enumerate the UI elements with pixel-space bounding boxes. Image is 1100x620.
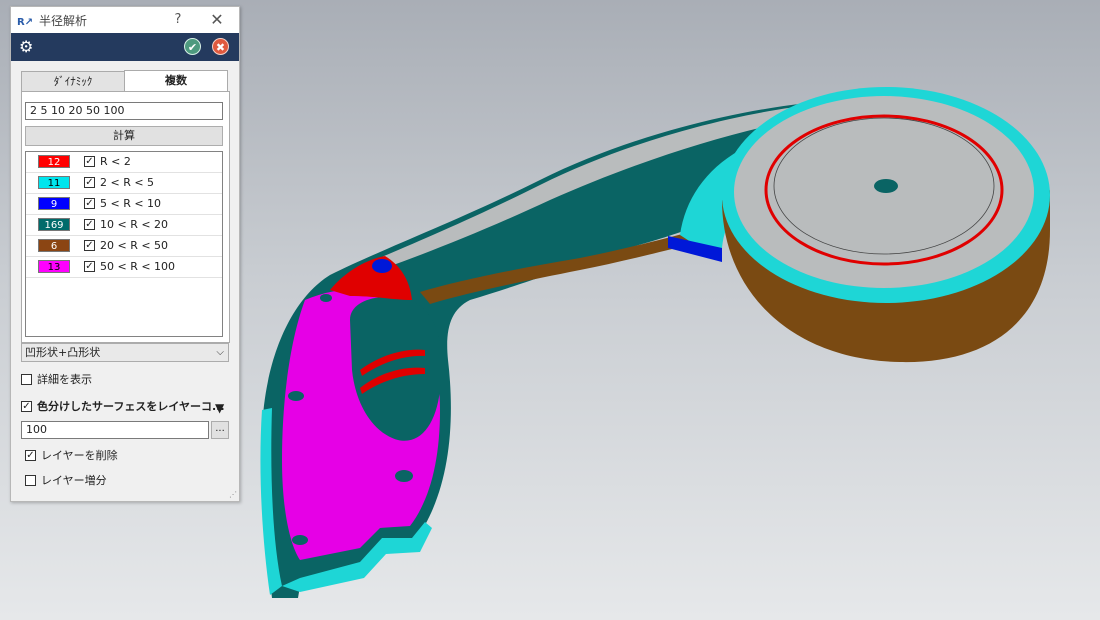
legend-range-label: 2 < R < 5 [100, 176, 155, 189]
show-details-label: 詳細を表示 [37, 373, 92, 386]
panel-titlebar[interactable]: R↗ 半径解析 ? ✕ [11, 7, 239, 33]
legend-range-label: 10 < R < 20 [100, 218, 169, 231]
show-details-checkbox[interactable] [21, 374, 32, 385]
legend-count-swatch[interactable]: 169 [38, 218, 70, 231]
legend-visible-checkbox[interactable]: ✓ [84, 198, 95, 209]
legend-range-label: 20 < R < 50 [100, 239, 169, 252]
delete-layer-checkbox[interactable]: ✓ [25, 450, 36, 461]
legend-range-label: 50 < R < 100 [100, 260, 176, 273]
legend-range-label: 5 < R < 10 [100, 197, 162, 210]
handle-hole-4 [320, 294, 332, 302]
check-icon: ✔ [187, 41, 198, 54]
help-button[interactable]: ? [171, 12, 185, 27]
legend-count-swatch[interactable]: 13 [38, 260, 70, 273]
legend-count-swatch[interactable]: 11 [38, 176, 70, 189]
radius-analysis-panel: R↗ 半径解析 ? ✕ ⚙ ✔ ✖ ﾀﾞｲﾅﾐｯｸ 複数 2 5 10 20 5… [10, 6, 240, 502]
legend-range-label: R < 2 [100, 155, 131, 168]
tab-multiple[interactable]: 複数 [124, 70, 228, 92]
legend-row: 9 ✓ 5 < R < 10 [26, 194, 222, 215]
tab-dynamic[interactable]: ﾀﾞｲﾅﾐｯｸ [21, 71, 125, 91]
legend-count-swatch[interactable]: 12 [38, 155, 70, 168]
legend-visible-checkbox[interactable]: ✓ [84, 261, 95, 272]
handle-hole-2 [395, 470, 413, 482]
legend-visible-checkbox[interactable]: ✓ [84, 240, 95, 251]
shape-type-value: 凹形状+凸形状 [25, 346, 101, 359]
handle-hole-3 [292, 535, 308, 545]
cancel-button[interactable]: ✖ [212, 38, 229, 55]
legend-row: 169 ✓ 10 < R < 20 [26, 215, 222, 236]
panel-title: 半径解析 [39, 13, 88, 28]
resize-grip-icon[interactable]: ⋰ [229, 490, 237, 499]
x-icon: ✖ [215, 41, 226, 54]
wheel-center-hole [874, 179, 898, 193]
calculate-button[interactable]: 計算 [25, 126, 223, 146]
expand-triangle-icon[interactable]: ▼ [215, 401, 224, 415]
mode-tabs: ﾀﾞｲﾅﾐｯｸ 複数 [21, 70, 229, 92]
layer-increment-checkbox[interactable] [25, 475, 36, 486]
color-surface-layer-label: 色分けしたサーフェスをレイヤーコ... [37, 400, 225, 413]
panel-toolbar: ⚙ ✔ ✖ [11, 33, 239, 61]
gear-icon[interactable]: ⚙ [19, 38, 33, 56]
handle-hole-1 [288, 391, 304, 401]
legend-row: 13 ✓ 50 < R < 100 [26, 257, 222, 278]
shape-type-select[interactable]: 凹形状+凸形状 ⌵ [21, 343, 229, 362]
radius-legend-list: 12 ✓ R < 2 11 ✓ 2 < R < 5 9 ✓ 5 < R < 10 169 ✓ 10 <… [25, 151, 223, 337]
legend-visible-checkbox[interactable]: ✓ [84, 177, 95, 188]
legend-row: 11 ✓ 2 < R < 5 [26, 173, 222, 194]
handle-blue-spot [372, 259, 392, 273]
legend-count-swatch[interactable]: 9 [38, 197, 70, 210]
legend-row: 6 ✓ 20 < R < 50 [26, 236, 222, 257]
layer-number-input[interactable]: 100 [21, 421, 209, 439]
radius-app-icon: R↗ [17, 17, 34, 28]
chevron-down-icon: ⌵ [216, 347, 224, 358]
legend-count-swatch[interactable]: 6 [38, 239, 70, 252]
legend-row: 12 ✓ R < 2 [26, 152, 222, 173]
close-button[interactable]: ✕ [209, 10, 225, 29]
color-surface-layer-checkbox[interactable]: ✓ [21, 401, 32, 412]
layer-increment-label: レイヤー増分 [41, 474, 107, 487]
radius-values-input[interactable]: 2 5 10 20 50 100 [25, 102, 223, 120]
legend-visible-checkbox[interactable]: ✓ [84, 156, 95, 167]
delete-layer-label: レイヤーを削除 [41, 449, 118, 462]
ok-button[interactable]: ✔ [184, 38, 201, 55]
layer-browse-button[interactable]: ... [211, 421, 229, 439]
legend-visible-checkbox[interactable]: ✓ [84, 219, 95, 230]
